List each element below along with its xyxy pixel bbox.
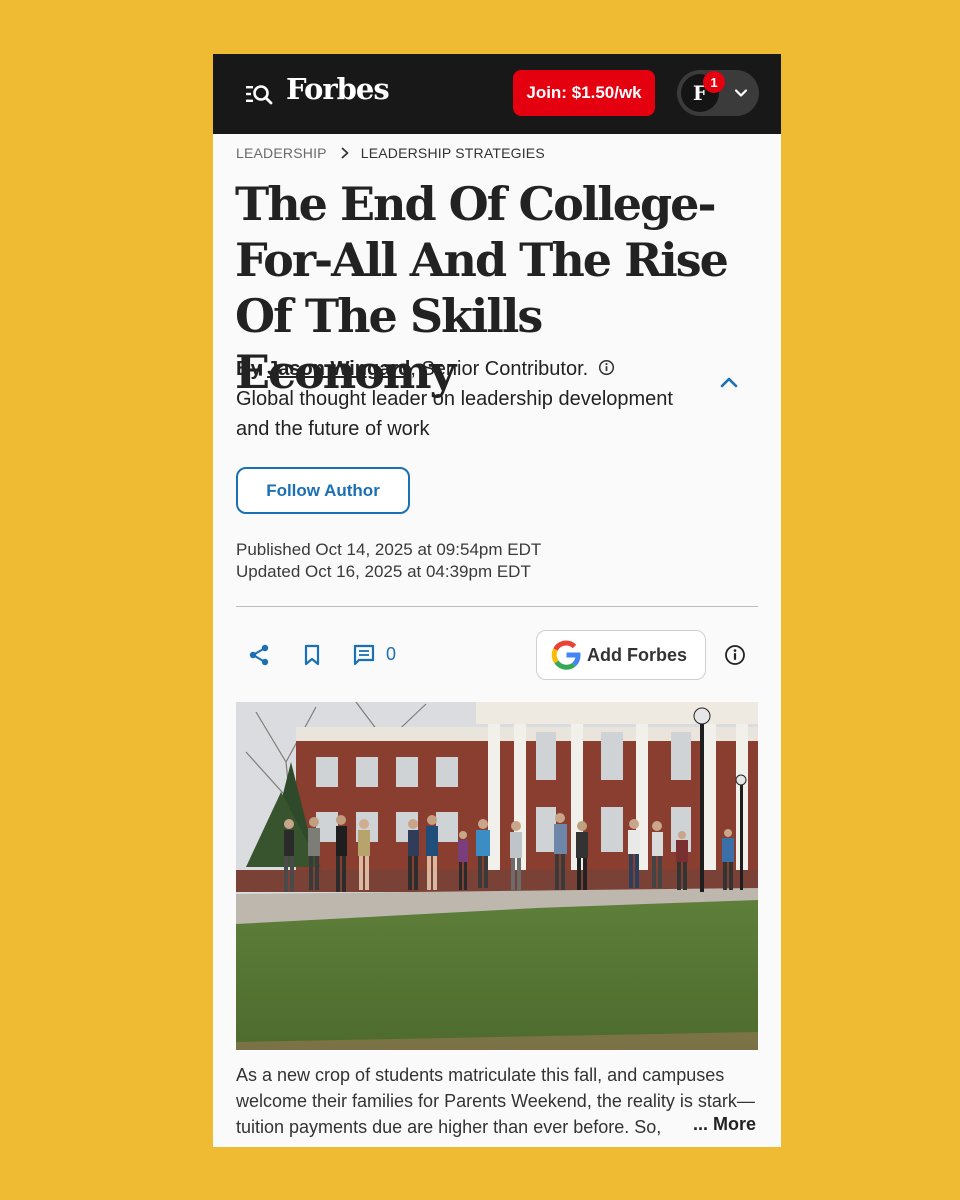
comment-count[interactable]: 0 [386,644,396,665]
author-byline: By Jason Wingard, Senior Contributor. Gl… [236,354,686,444]
chevron-right-icon [341,147,349,159]
forbes-logo[interactable]: Forbes [286,72,390,106]
comment-icon[interactable] [352,643,376,667]
info-icon[interactable] [598,359,615,376]
by-label: By [236,358,262,380]
author-name-link[interactable]: Jason Wingard [267,358,410,380]
breadcrumb-leadership-strategies[interactable]: LEADERSHIP STRATEGIES [361,145,545,161]
add-forbes-google-button[interactable]: Add Forbes [536,630,706,680]
add-forbes-label: Add Forbes [587,644,688,665]
chevron-down-icon [734,89,748,97]
divider [236,606,758,607]
article-excerpt: As a new crop of students matriculate th… [236,1065,755,1137]
menu-search-icon[interactable] [245,82,273,106]
breadcrumb: LEADERSHIP LEADERSHIP STRATEGIES [236,145,545,161]
read-more-link[interactable]: ... More [687,1114,757,1135]
info-icon[interactable] [724,644,746,666]
follow-author-button[interactable]: Follow Author [236,467,410,514]
bookmark-icon[interactable] [300,643,324,667]
article-screen: Forbes Join: $1.50/wk F 1 LEADERSHIP LEA… [213,54,781,1147]
notification-badge: 1 [703,71,725,93]
published-date: Published Oct 14, 2025 at 09:54pm EDT [236,540,542,559]
author-bio: Global thought leader on leadership deve… [236,388,673,440]
chevron-up-icon[interactable] [718,372,740,392]
share-icon[interactable] [247,643,271,667]
hero-photo [236,702,758,1050]
google-icon [551,640,581,670]
breadcrumb-leadership[interactable]: LEADERSHIP [236,145,327,161]
top-navigation-bar: Forbes Join: $1.50/wk F 1 [213,54,781,134]
account-menu-button[interactable]: F 1 [677,70,759,116]
author-role: , Senior Contributor. [410,358,589,380]
article-dates: Published Oct 14, 2025 at 09:54pm EDT Up… [236,539,541,583]
updated-date: Updated Oct 16, 2025 at 04:39pm EDT [236,562,531,581]
join-subscribe-button[interactable]: Join: $1.50/wk [513,70,655,116]
